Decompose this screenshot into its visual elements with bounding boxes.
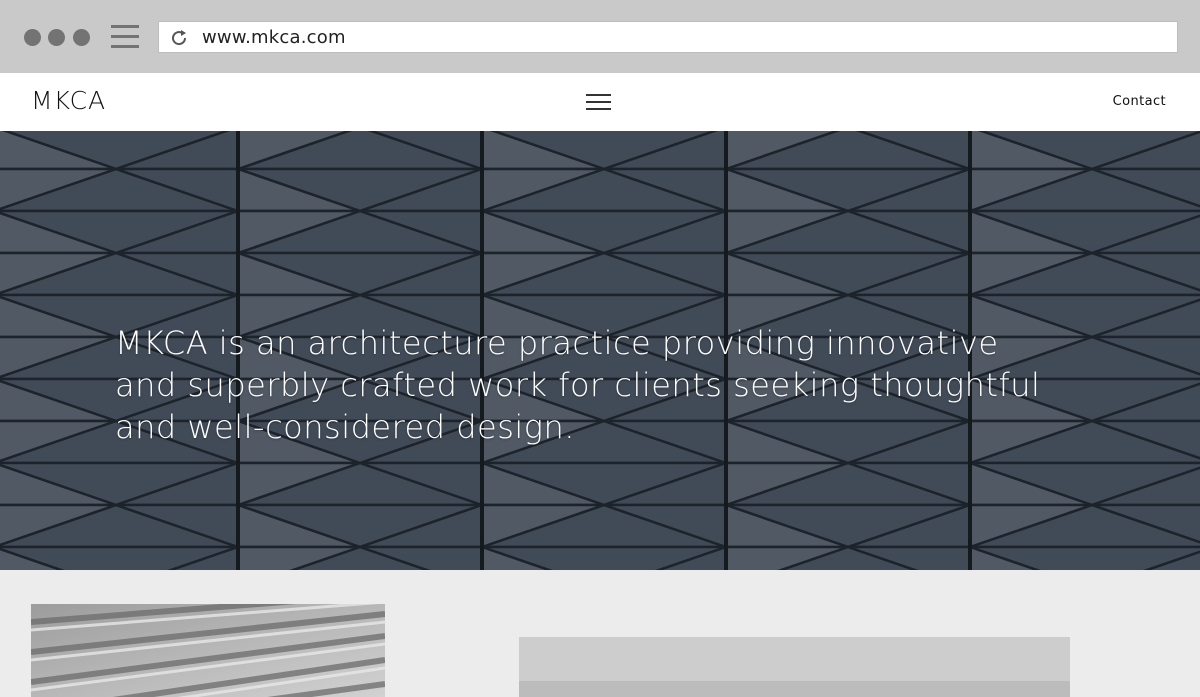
window-maximize-dot-icon[interactable] <box>73 29 90 46</box>
hero-statement: MKCA is an architecture practice providi… <box>115 324 1041 446</box>
reload-icon[interactable] <box>169 28 189 48</box>
hamburger-icon[interactable] <box>586 94 611 110</box>
project-image-facade[interactable] <box>31 604 385 697</box>
hero-banner: MKCA is an architecture practice providi… <box>0 131 1200 570</box>
facade-image <box>31 604 385 697</box>
window-minimize-dot-icon[interactable] <box>48 29 65 46</box>
landscape-image <box>519 637 1070 697</box>
content-section <box>0 570 1200 697</box>
address-bar[interactable]: www.mkca.com <box>158 21 1178 53</box>
url-text[interactable]: www.mkca.com <box>202 27 346 48</box>
window-close-dot-icon[interactable] <box>24 29 41 46</box>
browser-menu-icon[interactable] <box>111 25 139 49</box>
contact-link[interactable]: Contact <box>1113 94 1166 109</box>
project-image-landscape[interactable] <box>519 637 1070 697</box>
site-header: MKCA Contact <box>0 73 1200 131</box>
site-logo[interactable]: MKCA <box>31 86 106 115</box>
browser-chrome: www.mkca.com <box>0 0 1200 73</box>
